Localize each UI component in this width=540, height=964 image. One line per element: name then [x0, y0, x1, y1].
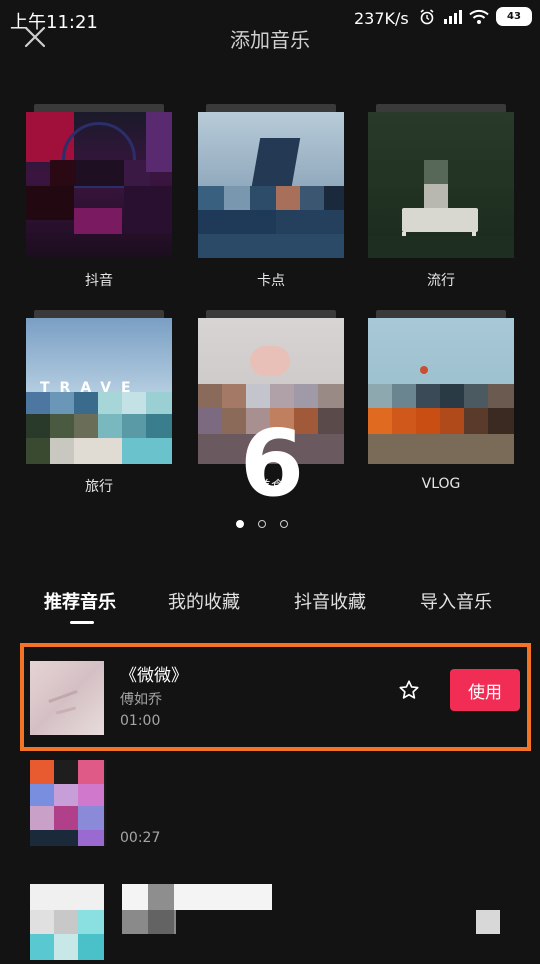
music-tabs: 推荐音乐 我的收藏 抖音收藏 导入音乐 — [0, 588, 540, 628]
use-button[interactable]: 使用 — [450, 669, 520, 711]
favorite-star-icon[interactable] — [398, 679, 420, 701]
song-title: 《微微》 — [120, 666, 188, 686]
cover-stack-decoration — [34, 310, 164, 318]
active-tab-indicator — [70, 621, 94, 624]
category-cover — [368, 318, 514, 464]
cover-stack-decoration — [376, 104, 506, 112]
category-cover: TRAVE — [26, 318, 172, 464]
song-action-redaction — [476, 910, 500, 934]
song-duration: 00:27 — [120, 830, 161, 846]
pagination-dot[interactable] — [258, 520, 266, 528]
song-artist: 傅如乔 — [120, 692, 162, 708]
song-cover — [30, 760, 106, 846]
carousel-pagination — [236, 520, 288, 528]
song-item[interactable]: 00:27 — [30, 760, 530, 846]
signal-icon — [444, 9, 462, 24]
tab-douyin-favorites[interactable]: 抖音收藏 — [294, 588, 366, 614]
tab-import-music[interactable]: 导入音乐 — [420, 588, 492, 614]
wifi-icon — [469, 9, 489, 24]
alarm-icon — [420, 8, 434, 24]
category-label: 抖音 — [85, 273, 113, 289]
song-cover — [30, 661, 104, 735]
cover-stack-decoration — [206, 310, 336, 318]
category-cover — [198, 112, 344, 258]
cover-stack-decoration — [206, 104, 336, 112]
category-label: 流行 — [427, 273, 455, 289]
category-cover — [26, 112, 172, 258]
category-cover — [368, 112, 514, 258]
tab-recommended[interactable]: 推荐音乐 — [44, 588, 116, 614]
category-label: 卡点 — [257, 273, 285, 289]
pagination-dot-active[interactable] — [236, 520, 244, 528]
cover-stack-decoration — [376, 310, 506, 318]
song-item[interactable]: 《微微》 傅如乔 01:00 使用 — [30, 661, 530, 741]
song-meta-redaction — [148, 884, 174, 934]
song-cover — [30, 884, 104, 960]
tab-my-favorites[interactable]: 我的收藏 — [168, 588, 240, 614]
category-label: 旅行 — [85, 479, 113, 495]
page-title: 添加音乐 — [230, 28, 310, 52]
overlay-number: 6 — [240, 410, 305, 517]
song-duration: 01:00 — [120, 713, 161, 729]
pagination-dot[interactable] — [280, 520, 288, 528]
song-title-redaction — [122, 884, 272, 910]
category-label: VLOG — [421, 476, 461, 492]
cover-stack-decoration — [34, 104, 164, 112]
song-item[interactable] — [30, 884, 530, 964]
